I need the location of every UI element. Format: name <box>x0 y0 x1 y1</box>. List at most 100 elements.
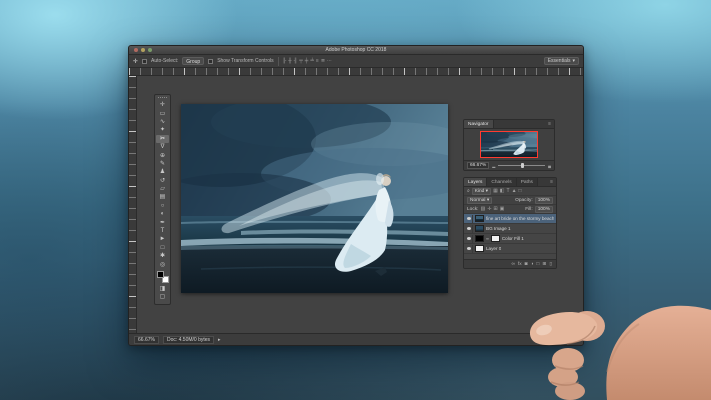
blend-mode-dropdown[interactable]: Normal ▾ <box>467 197 492 204</box>
more-options-icon[interactable]: ⋯ <box>327 58 332 64</box>
title-bar[interactable]: Adobe Photoshop CC 2018 <box>129 46 583 55</box>
layer-style-icon[interactable]: fx <box>518 262 522 267</box>
new-group-icon[interactable]: □ <box>536 262 539 267</box>
document-canvas[interactable] <box>181 104 448 293</box>
eyedropper-tool[interactable]: ∇ <box>156 143 169 151</box>
navigator-thumbnail[interactable] <box>480 131 538 158</box>
layer-row[interactable]: Layer 0 <box>464 244 556 254</box>
layer-mask-thumbnail[interactable] <box>491 235 500 242</box>
layer-thumbnail[interactable] <box>475 215 484 222</box>
type-tool[interactable]: T <box>156 227 169 235</box>
navigator-zoom-slider[interactable] <box>498 165 545 166</box>
eye-icon <box>467 227 471 230</box>
workspace-switcher[interactable]: Essentials ▾ <box>544 57 579 65</box>
lasso-tool[interactable]: ∿ <box>156 118 169 126</box>
align-icon[interactable]: ╤ <box>299 58 303 64</box>
layers-panel: Layers Channels Paths ≡ ⌕ Kind ▾ ▦ ◧ T ▲… <box>463 177 557 269</box>
layer-name[interactable]: fine art bride on the stormy beach <box>486 216 554 221</box>
gradient-tool[interactable]: ▤ <box>156 193 169 201</box>
link-layers-icon[interactable]: ∞ <box>511 262 514 267</box>
new-layer-icon[interactable]: ⊞ <box>542 262 546 267</box>
zoom-tool[interactable]: ◎ <box>156 260 169 268</box>
filter-adjustment-icon[interactable]: ◧ <box>500 188 505 194</box>
visibility-toggle[interactable] <box>466 215 473 223</box>
layer-fill-thumbnail[interactable] <box>475 235 484 242</box>
navigator-zoom-field[interactable]: 66.67% <box>467 162 489 169</box>
layer-name[interactable]: BG Image 1 <box>486 226 511 231</box>
beach-bride-image <box>181 104 448 293</box>
panel-menu-icon[interactable]: ≡ <box>550 178 556 186</box>
align-icon[interactable]: ╪ <box>305 58 309 64</box>
clone-stamp-tool[interactable]: ♟ <box>156 168 169 176</box>
dodge-tool[interactable]: ◐ <box>156 210 169 218</box>
eraser-tool[interactable]: ▱ <box>156 185 169 193</box>
layer-row[interactable]: ∞ Color Fill 1 <box>464 234 556 244</box>
marquee-tool[interactable]: ▭ <box>156 109 169 117</box>
layer-thumbnail[interactable] <box>475 245 484 252</box>
panel-menu-icon[interactable]: ≡ <box>548 120 554 128</box>
filter-shape-icon[interactable]: ▲ <box>512 188 517 194</box>
layer-name[interactable]: Layer 0 <box>486 246 501 251</box>
show-transform-checkbox[interactable] <box>208 59 213 64</box>
align-icon[interactable]: ╫ <box>288 58 292 64</box>
zoom-in-icon[interactable]: ▄ <box>548 163 551 168</box>
lock-position-icon[interactable]: ✛ <box>487 206 491 212</box>
align-icon[interactable]: ╧ <box>310 58 314 64</box>
layer-thumbnail[interactable] <box>475 225 484 232</box>
crop-tool[interactable]: ✂ <box>156 135 169 143</box>
toolbar-grip[interactable] <box>158 97 167 99</box>
horizontal-ruler[interactable] <box>129 68 583 76</box>
hand-tool[interactable]: ✱ <box>156 252 169 260</box>
auto-select-dropdown[interactable]: Group <box>182 57 204 65</box>
filter-smart-object-icon[interactable]: □ <box>519 188 522 194</box>
visibility-toggle[interactable] <box>466 235 473 243</box>
healing-brush-tool[interactable]: ⊕ <box>156 151 169 159</box>
lock-artboard-icon[interactable]: ⊞ <box>493 206 497 212</box>
history-brush-tool[interactable]: ↺ <box>156 177 169 185</box>
tab-layers[interactable]: Layers <box>464 178 487 186</box>
kind-filter-dropdown[interactable]: Kind ▾ <box>472 188 491 195</box>
navigator-panel: Navigator ≡ 66.67% ▂ ▄ <box>463 119 555 171</box>
opacity-field[interactable]: 100% <box>535 197 553 204</box>
vertical-ruler[interactable] <box>129 76 137 333</box>
brush-tool[interactable]: ✎ <box>156 160 169 168</box>
filter-pixel-icon[interactable]: ▦ <box>493 188 498 194</box>
visibility-toggle[interactable] <box>466 225 473 233</box>
move-tool[interactable]: ✛ <box>156 101 169 109</box>
align-icon[interactable]: ╟ <box>283 58 287 64</box>
new-adjustment-layer-icon[interactable]: ◑ <box>531 262 534 267</box>
align-icon[interactable]: ╢ <box>294 58 298 64</box>
filter-type-icon[interactable]: T <box>507 188 510 194</box>
delete-layer-icon[interactable]: ▯ <box>549 262 552 267</box>
auto-select-checkbox[interactable] <box>142 59 147 64</box>
fill-field[interactable]: 100% <box>535 206 553 213</box>
tab-navigator[interactable]: Navigator <box>464 120 494 128</box>
divider <box>278 57 279 66</box>
layer-name[interactable]: Color Fill 1 <box>502 236 524 241</box>
status-flyout-arrow-icon[interactable]: ▸ <box>218 337 221 343</box>
distribute-icon[interactable]: ≡ <box>316 58 319 64</box>
quick-mask-button[interactable]: ◨ <box>156 285 169 293</box>
foreground-color-swatch[interactable] <box>157 271 164 278</box>
distribute-icon[interactable]: ≣ <box>321 58 325 64</box>
add-mask-icon[interactable]: ◙ <box>525 262 528 267</box>
pen-tool[interactable]: ✒ <box>156 218 169 226</box>
lock-transparent-icon[interactable]: ▨ <box>480 206 485 212</box>
zoom-out-icon[interactable]: ▂ <box>492 163 495 168</box>
tab-channels[interactable]: Channels <box>487 178 516 186</box>
tab-paths[interactable]: Paths <box>517 178 538 186</box>
screen-mode-button[interactable]: ▢ <box>156 293 169 301</box>
chevron-down-icon: ▾ <box>486 189 488 194</box>
pasteboard: ✛ ▭ ∿ ✦ ✂ ∇ ⊕ ✎ ♟ ↺ ▱ ▤ ○ ◐ ✒ T ► □ ✱ ◎ <box>137 76 583 333</box>
layer-row[interactable]: fine art bride on the stormy beach <box>464 214 556 224</box>
navigator-proxy-view-box[interactable] <box>480 131 538 158</box>
path-select-tool[interactable]: ► <box>156 235 169 243</box>
layer-row[interactable]: BG Image 1 <box>464 224 556 234</box>
magic-wand-tool[interactable]: ✦ <box>156 126 169 134</box>
shape-tool[interactable]: □ <box>156 244 169 252</box>
visibility-toggle[interactable] <box>466 245 473 253</box>
photoshop-window: Adobe Photoshop CC 2018 ✛ Auto-Select: G… <box>128 45 584 346</box>
lock-all-icon[interactable]: ▣ <box>500 206 505 212</box>
blur-tool[interactable]: ○ <box>156 202 169 210</box>
zoom-level-field[interactable]: 66.67% <box>134 336 159 344</box>
